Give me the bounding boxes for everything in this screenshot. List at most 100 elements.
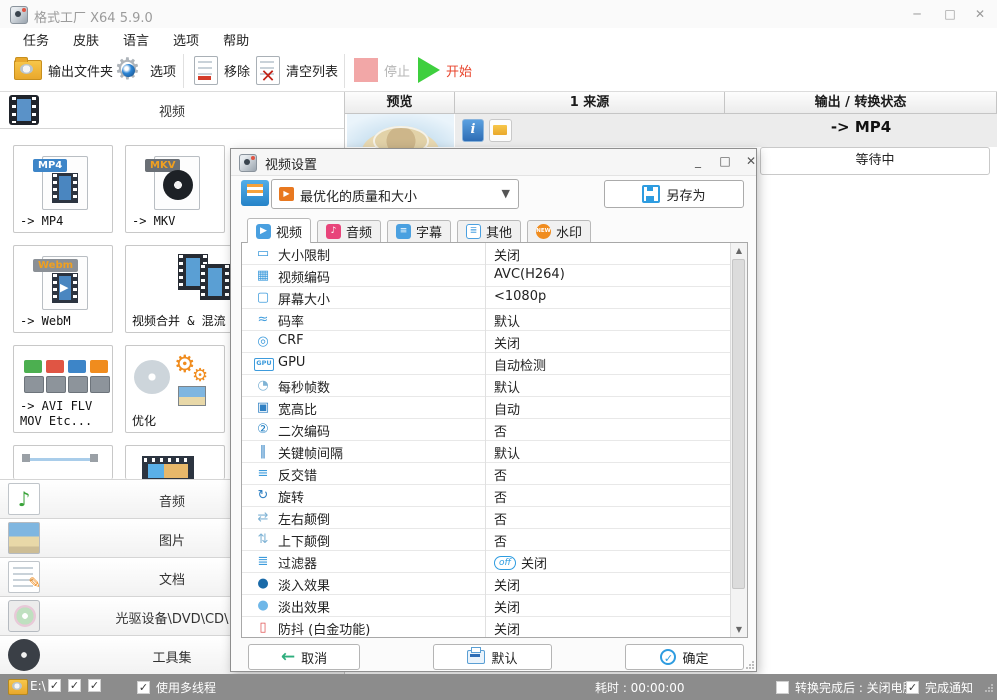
setting-row-size-limit[interactable]: ▭ 大小限制 关闭 bbox=[242, 243, 747, 265]
multithread-option[interactable]: ✓ 使用多线程 bbox=[137, 679, 216, 696]
menu-item-2[interactable]: 语言 bbox=[118, 29, 154, 50]
setting-row-keyframe-interval[interactable]: ‖ 关键帧间隔 默认 bbox=[242, 441, 747, 463]
setting-row-bitrate[interactable]: ≈ 码率 默认 bbox=[242, 309, 747, 331]
setting-row-screen-size[interactable]: ▢ 屏幕大小 <1080p bbox=[242, 287, 747, 309]
minimize-icon[interactable]: ─ bbox=[905, 6, 929, 23]
column-header-2[interactable]: 输出 / 转换状态 bbox=[725, 92, 997, 114]
multithread-checkbox[interactable]: ✓ bbox=[137, 681, 150, 694]
window-resize-grip[interactable] bbox=[984, 683, 994, 693]
notify-checkbox[interactable]: ✓ bbox=[906, 681, 919, 694]
save-as-button[interactable]: 另存为 bbox=[604, 180, 744, 208]
setting-row-filter[interactable]: ≣ 过滤器 off 关闭 bbox=[242, 551, 747, 573]
tab-3[interactable]: ≣ 其他 bbox=[457, 220, 521, 242]
card-optimize[interactable]: ⚙ ⚙ 优化 bbox=[125, 345, 225, 433]
open-folder-icon[interactable] bbox=[489, 119, 512, 142]
status-waiting-button[interactable]: 等待中 bbox=[760, 147, 990, 175]
setting-value-fps: 默认 bbox=[494, 381, 521, 396]
flip-h-icon: ⇄ bbox=[257, 510, 269, 525]
webm-badge: Webm bbox=[33, 259, 79, 272]
setting-value-fade-out: 关闭 bbox=[494, 601, 521, 616]
shutdown-checkbox[interactable] bbox=[776, 681, 789, 694]
card-to-mkv[interactable]: MKV -> MKV bbox=[125, 145, 225, 233]
file-page-icon: MP4 bbox=[33, 156, 88, 210]
setting-value-filter: off 关闭 bbox=[494, 553, 547, 572]
card-to-avi-flv-mov[interactable]: -> AVI FLV MOV Etc... bbox=[13, 345, 113, 433]
setting-value-crf: 关闭 bbox=[494, 337, 521, 352]
dialog-close-icon[interactable]: ✕ bbox=[739, 153, 763, 171]
scroll-up-icon[interactable]: ▲ bbox=[731, 243, 747, 258]
card-partial-video-tool[interactable] bbox=[125, 445, 225, 480]
setting-row-fps[interactable]: ◔ 每秒帧数 默认 bbox=[242, 375, 747, 397]
setting-row-deinterlace[interactable]: ≡ 反交错否 bbox=[242, 463, 747, 485]
default-button[interactable]: 默认 bbox=[433, 644, 552, 670]
column-header-1[interactable]: 1 来源 bbox=[455, 92, 725, 114]
rotate-icon: ↻ bbox=[257, 488, 269, 503]
preset-dropdown[interactable]: ▶ 最优化的质量和大小 ▼ bbox=[271, 179, 519, 209]
menu-item-4[interactable]: 帮助 bbox=[218, 29, 254, 50]
play-icon bbox=[418, 57, 440, 83]
printer-icon bbox=[467, 647, 486, 664]
chevron-down-icon: ▼ bbox=[501, 187, 510, 200]
card-to-webm[interactable]: Webm -> WebM bbox=[13, 245, 113, 333]
output-folder-button[interactable]: 输出文件夹 bbox=[14, 50, 113, 90]
tab-4[interactable]: NEW 水印 bbox=[527, 220, 591, 242]
setting-row-two-pass[interactable]: ② 二次编码否 bbox=[242, 419, 747, 441]
scroll-down-icon[interactable]: ▼ bbox=[731, 622, 747, 637]
drive-checkbox-1[interactable]: ✓ bbox=[68, 679, 81, 692]
menu-item-0[interactable]: 任务 bbox=[18, 29, 54, 50]
setting-row-video-encode[interactable]: ▦ 视频编码 AVC(H264) bbox=[242, 265, 747, 287]
other-tab-icon: ≣ bbox=[465, 224, 481, 239]
setting-row-rotate[interactable]: ↻ 旋转否 bbox=[242, 485, 747, 507]
disc-icon bbox=[134, 360, 170, 394]
setting-row-fade-out[interactable]: ● 淡出效果 关闭 bbox=[242, 595, 747, 617]
menu-item-1[interactable]: 皮肤 bbox=[68, 29, 104, 50]
shutdown-option[interactable]: 转换完成后 : 关闭电脑 bbox=[776, 679, 915, 696]
notify-option[interactable]: ✓ 完成通知 bbox=[906, 679, 973, 696]
menu-item-3[interactable]: 选项 bbox=[168, 29, 204, 50]
drive-checkbox-0[interactable]: ✓ bbox=[48, 679, 61, 692]
dialog-maximize-icon[interactable]: □ bbox=[713, 153, 737, 171]
resize-grip[interactable] bbox=[746, 661, 754, 669]
video-settings-dialog: 视频设置 _ □ ✕ ▶ 最优化的质量和大小 ▼ 另存为 ▶ 视频 ♪ 音频 ≡ 字幕 ≣ 其… bbox=[230, 148, 757, 672]
remove-document-icon bbox=[194, 55, 218, 85]
gear-icon: ⚙ bbox=[114, 55, 144, 85]
maximize-icon[interactable]: □ bbox=[938, 6, 962, 23]
setting-value-aspect-ratio: 自动 bbox=[494, 403, 521, 418]
setting-row-flip-vertical[interactable]: ⇅ 上下颠倒否 bbox=[242, 529, 747, 551]
tab-2[interactable]: ≡ 字幕 bbox=[387, 220, 451, 242]
clear-list-button[interactable]: 清空列表 bbox=[256, 50, 338, 90]
file-page-icon: Webm bbox=[33, 256, 88, 310]
card-to-mp4[interactable]: MP4 -> MP4 bbox=[13, 145, 113, 233]
drive-checkboxes: ✓ ✓ ✓ bbox=[48, 679, 101, 692]
preview-thumbnail bbox=[347, 114, 454, 156]
info-icon[interactable]: i bbox=[462, 119, 484, 142]
tab-1[interactable]: ♪ 音频 bbox=[317, 220, 381, 242]
remove-button[interactable]: 移除 bbox=[194, 50, 250, 90]
scrollbar-thumb[interactable] bbox=[732, 259, 745, 589]
filter-icon: ≣ bbox=[257, 554, 269, 569]
setting-row-aspect-ratio[interactable]: ▣ 宽高比 自动 bbox=[242, 397, 747, 419]
tab-0[interactable]: ▶ 视频 bbox=[247, 218, 311, 243]
close-icon[interactable]: ✕ bbox=[968, 6, 992, 23]
start-button[interactable]: 开始 bbox=[418, 50, 472, 90]
stop-button[interactable]: 停止 bbox=[354, 50, 410, 90]
watermark-tab-icon: NEW bbox=[535, 224, 551, 239]
stop-icon bbox=[354, 58, 378, 82]
column-header-0[interactable]: 预览 bbox=[345, 92, 455, 114]
setting-row-anti-shake[interactable]: ▯ 防抖 (白金功能) 关闭 bbox=[242, 617, 747, 637]
card-partial-crop[interactable] bbox=[13, 445, 113, 479]
setting-row-gpu[interactable]: GPU GPU 自动检测 bbox=[242, 353, 747, 375]
setting-row-fade-in[interactable]: ● 淡入效果 关闭 bbox=[242, 573, 747, 595]
options-button[interactable]: ⚙ 选项 bbox=[114, 50, 176, 90]
scrollbar[interactable]: ▲ ▼ bbox=[730, 243, 747, 637]
setting-row-crf[interactable]: ◎ CRF 关闭 bbox=[242, 331, 747, 353]
aspect-icon: ▣ bbox=[256, 400, 270, 415]
audio-tab-icon: ♪ bbox=[325, 224, 341, 239]
cancel-button[interactable]: ← 取消 bbox=[248, 644, 360, 670]
dialog-minimize-icon[interactable]: _ bbox=[686, 153, 710, 171]
setting-row-flip-horizontal[interactable]: ⇄ 左右颠倒否 bbox=[242, 507, 747, 529]
drive-checkbox-2[interactable]: ✓ bbox=[88, 679, 101, 692]
ok-button[interactable]: ✓ 确定 bbox=[625, 644, 744, 670]
sidebar-section-video[interactable]: 视频 bbox=[0, 92, 344, 129]
output-folder-icon[interactable] bbox=[8, 679, 28, 695]
